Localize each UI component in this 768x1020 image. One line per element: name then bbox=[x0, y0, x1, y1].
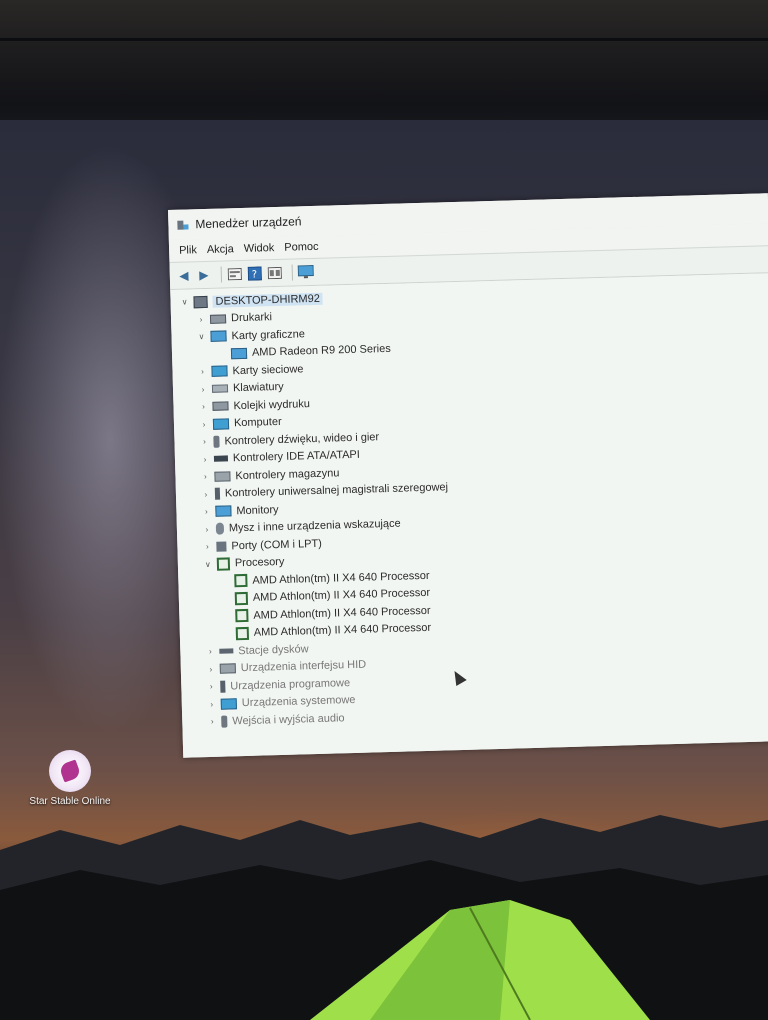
keyboard-icon bbox=[211, 384, 229, 394]
tree-item-label: Urządzenia programowe bbox=[230, 676, 351, 693]
chevron-right-icon[interactable]: › bbox=[199, 472, 211, 481]
bezel-edge bbox=[0, 38, 768, 41]
tree-item-label: Kontrolery dźwięku, wideo i gier bbox=[224, 430, 380, 448]
chevron-right-icon[interactable]: › bbox=[198, 420, 210, 429]
menu-akcja[interactable]: Akcja bbox=[207, 243, 234, 256]
chevron-right-icon[interactable]: › bbox=[198, 437, 210, 446]
processor-icon bbox=[234, 591, 249, 606]
view-icon[interactable] bbox=[267, 265, 283, 281]
tree-item-label: Drukarki bbox=[230, 311, 273, 325]
tree-item-label: Porty (COM i LPT) bbox=[231, 537, 322, 553]
chevron-right-icon[interactable]: › bbox=[204, 647, 216, 656]
mouse-icon bbox=[215, 522, 225, 536]
tree-item-label: Urządzenia systemowe bbox=[241, 694, 356, 710]
window-title: Menedżer urządzeń bbox=[195, 214, 302, 232]
printer-icon bbox=[209, 314, 227, 324]
print-queue-icon bbox=[212, 401, 229, 412]
star-stable-icon bbox=[49, 750, 91, 792]
audio-icon bbox=[213, 435, 220, 448]
tree-item-label: Urządzenia interfejsu HID bbox=[240, 658, 367, 675]
chevron-right-icon[interactable]: › bbox=[199, 455, 211, 464]
chevron-down-icon[interactable]: ∨ bbox=[202, 560, 214, 569]
chevron-right-icon[interactable]: › bbox=[206, 717, 218, 726]
chevron-right-icon[interactable]: › bbox=[200, 507, 212, 516]
audio-io-icon bbox=[221, 715, 228, 728]
tree-item-label: Procesory bbox=[234, 556, 285, 570]
computer-icon bbox=[212, 418, 230, 430]
processor-icon bbox=[234, 574, 248, 588]
processor-icon bbox=[235, 626, 250, 641]
disk-drive-icon bbox=[219, 648, 234, 654]
toolbar-separator bbox=[291, 264, 294, 281]
tree-item-label: Kolejki wydruku bbox=[233, 397, 311, 412]
svg-text:?: ? bbox=[252, 270, 258, 281]
tree-item-label: AMD Athlon(tm) II X4 640 Processor bbox=[252, 587, 431, 605]
toolbar-separator bbox=[220, 266, 223, 283]
forward-arrow-icon[interactable]: ▶ bbox=[196, 267, 212, 283]
processor-icon bbox=[235, 609, 249, 623]
port-icon bbox=[216, 541, 227, 552]
tree-item-label: AMD Athlon(tm) II X4 640 Processor bbox=[252, 569, 430, 587]
chevron-right-icon[interactable]: › bbox=[200, 490, 212, 499]
tree-item-label: AMD Athlon(tm) II X4 640 Processor bbox=[253, 622, 432, 640]
wallpaper-tent bbox=[310, 900, 650, 1020]
tree-item-label: Karty graficzne bbox=[231, 327, 306, 343]
tree-item-label: Klawiatury bbox=[232, 381, 284, 395]
network-adapter-icon bbox=[211, 365, 228, 378]
chevron-down-icon[interactable]: ∨ bbox=[195, 332, 207, 341]
tree-item-label: Monitory bbox=[236, 503, 279, 517]
desktop-shortcut-label: Star Stable Online bbox=[29, 796, 111, 807]
usb-icon bbox=[214, 487, 221, 501]
display-adapter-icon bbox=[210, 330, 227, 343]
menu-widok[interactable]: Widok bbox=[244, 242, 275, 255]
tree-item-label: Kontrolery IDE ATA/ATAPI bbox=[232, 448, 361, 465]
monitor-bezel bbox=[0, 0, 768, 140]
help-icon[interactable]: ? bbox=[247, 265, 263, 281]
tree-item-label: Kontrolery magazynu bbox=[235, 467, 340, 482]
chevron-right-icon[interactable]: › bbox=[197, 385, 209, 394]
desktop-shortcut-star-stable[interactable]: Star Stable Online bbox=[22, 750, 118, 807]
chevron-right-icon[interactable]: › bbox=[195, 315, 207, 324]
tree-item-label: Stacje dysków bbox=[238, 642, 309, 657]
tree-item-label: Wejścia i wyjścia audio bbox=[232, 712, 345, 728]
device-manager-window[interactable]: Menedżer urządzeń Plik Akcja Widok Pomoc… bbox=[168, 193, 768, 758]
chevron-right-icon[interactable]: › bbox=[205, 682, 217, 691]
display-adapter-icon bbox=[230, 347, 248, 360]
hid-icon bbox=[219, 663, 236, 674]
monitor-scan-icon[interactable] bbox=[297, 264, 314, 280]
tree-item-label: AMD Radeon R9 200 Series bbox=[251, 343, 391, 359]
chevron-right-icon[interactable]: › bbox=[201, 542, 213, 551]
tree-item-label: Mysz i inne urządzenia wskazujące bbox=[228, 517, 401, 535]
chevron-right-icon[interactable]: › bbox=[205, 665, 217, 674]
system-device-icon bbox=[220, 698, 237, 710]
chevron-right-icon[interactable]: › bbox=[201, 525, 213, 534]
tree-item-label: Karty sieciowe bbox=[232, 363, 304, 378]
tree-item-label: AMD Athlon(tm) II X4 640 Processor bbox=[253, 604, 431, 622]
chevron-right-icon[interactable]: › bbox=[206, 700, 218, 709]
chevron-down-icon[interactable]: ∨ bbox=[178, 298, 190, 307]
back-arrow-icon[interactable]: ◀ bbox=[176, 267, 192, 283]
computer-root-icon bbox=[193, 295, 208, 309]
chevron-right-icon[interactable]: › bbox=[197, 402, 209, 411]
monitor-icon bbox=[215, 505, 232, 518]
device-manager-icon bbox=[176, 218, 189, 231]
processor-icon bbox=[216, 557, 231, 571]
device-tree[interactable]: ∨ DESKTOP-DHIRM92 › Drukarki ∨ Karty gra… bbox=[170, 273, 768, 758]
software-device-icon bbox=[220, 680, 226, 693]
storage-controller-icon bbox=[214, 471, 231, 482]
ide-controller-icon bbox=[213, 455, 229, 463]
menu-plik[interactable]: Plik bbox=[179, 244, 197, 256]
menu-pomoc[interactable]: Pomoc bbox=[284, 241, 319, 254]
properties-icon[interactable] bbox=[227, 266, 243, 282]
tree-item-label: Komputer bbox=[233, 416, 282, 430]
chevron-right-icon[interactable]: › bbox=[196, 367, 208, 376]
tree-root-label: DESKTOP-DHIRM92 bbox=[212, 292, 324, 308]
